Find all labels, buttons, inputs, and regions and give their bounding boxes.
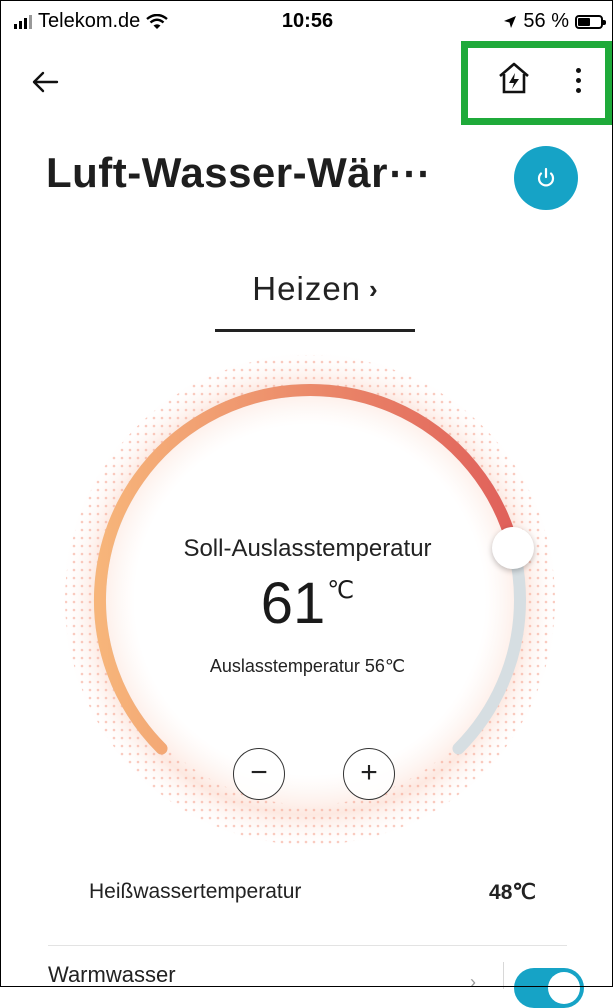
hot-water-label: Heißwassertemperatur [89, 880, 302, 903]
mode-underline [215, 329, 415, 332]
mode-selector[interactable]: Heizen › [215, 270, 415, 332]
hot-water-value: 48℃ [489, 881, 536, 904]
page-title: Luft-Wasser-Wär⋯ [46, 149, 431, 196]
dial-knob[interactable] [492, 526, 535, 569]
temperature-unit: ℃ [327, 577, 355, 604]
battery-icon [575, 14, 606, 29]
power-button[interactable] [514, 146, 578, 210]
toggle-thumb [548, 972, 580, 1004]
status-bar: Telekom.de 10:56 56 % [0, 0, 615, 44]
warm-water-toggle[interactable] [514, 968, 584, 1008]
set-temperature-value: 61℃ [0, 570, 615, 637]
vertical-separator [503, 962, 504, 989]
chevron-right-icon[interactable]: › [470, 972, 476, 993]
power-icon [537, 167, 555, 187]
status-right: 56 % [503, 10, 606, 33]
back-button[interactable] [30, 62, 70, 102]
more-options-button[interactable] [566, 60, 590, 100]
home-energy-icon [499, 62, 529, 94]
warm-water-label: Warmwasser [48, 962, 176, 987]
increase-button[interactable]: + [343, 748, 395, 800]
back-arrow-icon [32, 71, 59, 93]
battery-percent: 56 % [523, 10, 569, 32]
more-vertical-icon [575, 67, 581, 93]
home-energy-button[interactable] [494, 58, 534, 98]
location-arrow-icon [504, 15, 517, 28]
decrease-button[interactable]: − [233, 748, 285, 800]
mode-label: Heizen [252, 270, 362, 307]
set-temperature-number: 61 [260, 571, 326, 636]
battery-fill [578, 17, 591, 26]
divider [48, 945, 567, 946]
chevron-right-icon: › [369, 274, 378, 304]
outlet-temperature: Auslasstemperatur 56℃ [209, 656, 406, 676]
